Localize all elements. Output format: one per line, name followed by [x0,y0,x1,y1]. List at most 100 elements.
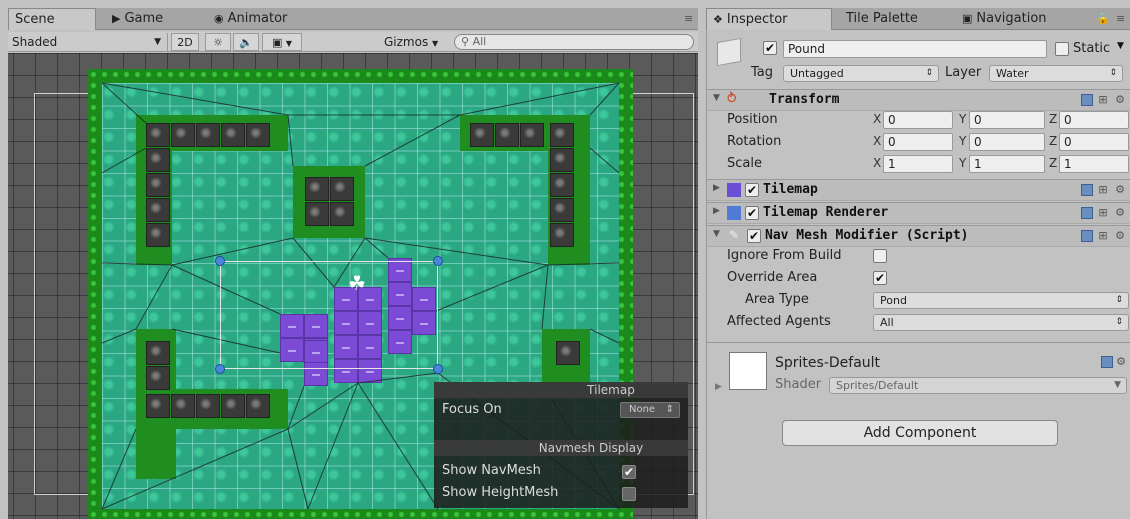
show-navmesh-checkbox[interactable]: ✔ [622,465,636,479]
affected-agents-value: All [880,316,894,329]
tag-label: Tag [751,65,774,80]
scene-toolbar: Shaded ▼ 2D ☼ 🔈 ▣ ▼ Gizmos ▼ ⚲ All [8,32,698,52]
scale-y-input[interactable]: 1 [969,155,1045,173]
position-z-input[interactable]: 0 [1059,111,1129,129]
resize-handle-top-left[interactable] [215,256,225,266]
effects-toggle-button[interactable]: ▣ ▼ [262,33,302,51]
tab-animator-label: Animator [227,11,288,26]
resize-handle-bottom-right[interactable] [433,364,443,374]
chevron-down-icon: ▼ [1114,380,1121,390]
tab-scene[interactable]: Scene [8,8,96,30]
chevron-down-icon[interactable]: ▼ [1117,41,1124,51]
preset-icon[interactable]: ⊞ [1098,206,1109,219]
gear-icon[interactable]: ⚙ [1115,183,1127,196]
gameobject-cube-icon [717,37,741,67]
tab-inspector[interactable]: ❖ Inspector [706,8,832,30]
gear-icon[interactable]: ⚙ [1115,93,1127,106]
sun-icon: ☼ [213,36,223,49]
static-checkbox[interactable] [1055,42,1069,56]
help-book-icon[interactable] [1080,230,1093,242]
help-book-icon[interactable] [1080,207,1093,219]
position-y-input[interactable]: 0 [969,111,1045,129]
tab-tile-palette-label: Tile Palette [846,11,918,26]
rotation-x-value: 0 [888,135,896,149]
resize-handle-top-right[interactable] [433,256,443,266]
object-name-input[interactable]: Pound [783,40,1047,58]
rotation-x-input[interactable]: 0 [883,133,953,151]
tilemap-renderer-header[interactable]: ▶ ✔ Tilemap Renderer ⊞ ⚙ [707,202,1130,224]
foldout-arrow-icon[interactable]: ▶ [715,382,722,392]
nav-mesh-modifier-enabled-checkbox[interactable]: ✔ [747,229,761,243]
scale-z-input[interactable]: 1 [1059,155,1129,173]
toggle-2d-button[interactable]: 2D [171,33,199,51]
nav-mesh-modifier-title: Nav Mesh Modifier (Script) [765,228,969,243]
shading-mode-label: Shaded [12,35,58,49]
preset-icon[interactable]: ⊞ [1098,229,1109,242]
animator-icon: ◉ [214,12,224,25]
chevron-updown-icon: ⇕ [1115,295,1123,305]
lighting-toggle-button[interactable]: ☼ [205,33,231,51]
tag-dropdown[interactable]: Untagged ⇕ [783,65,939,82]
lock-icon[interactable]: 🔒 [1096,12,1110,25]
gear-icon[interactable]: ⚙ [1115,206,1127,219]
position-y-value: 0 [974,113,982,127]
position-z-value: 0 [1064,113,1072,127]
transform-header[interactable]: ▼ ⥁ Transform ⊞ ⚙ [707,89,1130,111]
scale-x-input[interactable]: 1 [883,155,953,173]
tilemap-enabled-checkbox[interactable]: ✔ [745,183,759,197]
gizmos-dropdown[interactable]: Gizmos ▼ [380,33,450,51]
ignore-from-build-label: Ignore From Build [727,248,842,263]
rotation-x-label: X [873,134,882,148]
gear-icon[interactable]: ⚙ [1115,229,1127,242]
tilemap-header[interactable]: ▶ ✔ Tilemap ⊞ ⚙ [707,179,1130,201]
chevron-down-icon: ▼ [285,39,293,48]
tab-scene-label: Scene [15,12,55,27]
search-placeholder: All [472,35,487,48]
scene-panel-menu-icon[interactable]: ≡ [684,12,693,25]
rotation-label: Rotation [727,134,782,149]
ignore-from-build-checkbox[interactable] [873,249,887,263]
tab-game[interactable]: ▶ Game [106,8,196,30]
material-preview[interactable] [729,352,767,390]
game-icon: ▶ [112,12,121,25]
help-book-icon[interactable] [1080,94,1093,106]
navmesh-modifier-icon[interactable]: ☘ [348,271,366,295]
rotation-z-input[interactable]: 0 [1059,133,1129,151]
override-area-checkbox[interactable]: ✔ [873,271,887,285]
affected-agents-dropdown[interactable]: All ⇕ [873,314,1129,331]
object-active-checkbox[interactable]: ✔ [763,41,777,55]
gear-icon[interactable]: ⚙ [1116,355,1126,368]
position-x-input[interactable]: 0 [883,111,953,129]
nav-mesh-modifier-header[interactable]: ▼ ✎ ✔ Nav Mesh Modifier (Script) ⊞ ⚙ [707,225,1130,247]
show-heightmesh-label: Show HeightMesh [442,485,559,500]
preset-icon[interactable]: ⊞ [1098,183,1109,196]
resize-handle-bottom-left[interactable] [215,364,225,374]
shader-dropdown[interactable]: Sprites/Default ▼ [829,377,1127,394]
tilemap-renderer-icon [727,206,741,220]
script-icon: ✎ [729,228,740,242]
tilemap-navmesh-overlay: Tilemap Focus On None ⇕ Navmesh Display … [434,382,688,508]
scene-search-input[interactable]: ⚲ All [454,34,694,50]
tab-tile-palette[interactable]: Tile Palette [840,8,950,30]
preset-icon[interactable]: ⊞ [1098,93,1109,106]
area-type-dropdown[interactable]: Pond ⇕ [873,292,1129,309]
help-book-icon[interactable] [1080,184,1093,196]
tab-animator[interactable]: ◉ Animator [208,8,318,30]
focus-on-dropdown[interactable]: None ⇕ [620,402,680,418]
inspector-menu-icon[interactable]: ≡ [1116,12,1125,25]
tab-navigation[interactable]: ▣ Navigation [956,8,1076,30]
material-name: Sprites-Default [775,355,881,371]
layer-dropdown[interactable]: Water ⇕ [989,65,1123,82]
help-book-icon[interactable] [1100,356,1113,368]
foldout-arrow-icon: ▼ [713,93,720,103]
shading-mode-dropdown[interactable]: Shaded ▼ [8,33,168,51]
tilemap-renderer-enabled-checkbox[interactable]: ✔ [745,206,759,220]
audio-toggle-button[interactable]: 🔈 [233,33,259,51]
transform-axes-icon: ⥁ [727,91,737,107]
area-type-label: Area Type [745,292,809,307]
transform-title: Transform [769,92,840,107]
show-heightmesh-checkbox[interactable] [622,487,636,501]
position-label: Position [727,112,778,127]
add-component-button[interactable]: Add Component [782,420,1058,446]
rotation-y-input[interactable]: 0 [969,133,1045,151]
